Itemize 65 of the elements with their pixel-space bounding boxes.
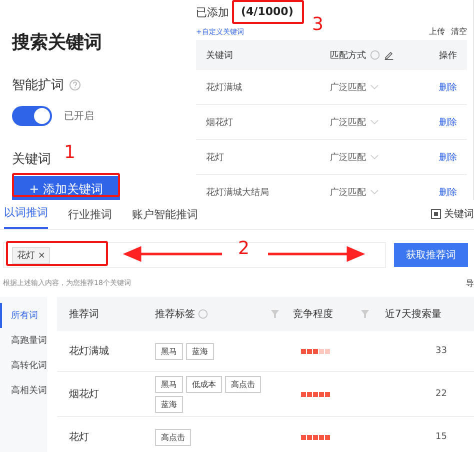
category-item[interactable]: 高跑量词 bbox=[0, 328, 47, 353]
delete-link[interactable]: 删除 bbox=[416, 150, 457, 164]
chevron-down-icon[interactable] bbox=[370, 84, 379, 90]
table-cell-text: 15 bbox=[434, 432, 448, 442]
annotation-number: 3 bbox=[312, 16, 324, 34]
tab[interactable]: 以词推词 bbox=[4, 205, 48, 229]
recommend-tag: 蓝海 bbox=[186, 342, 214, 360]
table-cell-text: 花灯 bbox=[68, 430, 90, 444]
column-settings-icon[interactable] bbox=[431, 209, 441, 219]
category-item[interactable]: 所有词 bbox=[0, 303, 47, 328]
column-header: 近7天搜索量 bbox=[384, 308, 442, 321]
recommend-tag: 高点击 bbox=[155, 428, 191, 446]
column-header: 推荐词 bbox=[68, 308, 100, 321]
chevron-down-icon[interactable] bbox=[370, 189, 379, 195]
recommend-tag: 黑马 bbox=[155, 376, 183, 392]
table-cell-text: 烟花灯 bbox=[68, 388, 100, 401]
recommend-tag: 蓝海 bbox=[155, 396, 183, 412]
table-cell-text: 花灯满城大结局 bbox=[206, 186, 270, 198]
table-cell-text: 22 bbox=[434, 389, 448, 399]
match-select[interactable]: 广泛匹配 bbox=[330, 116, 366, 128]
table-cell-text: 33 bbox=[434, 346, 448, 356]
toggle-switch[interactable] bbox=[12, 106, 52, 126]
filter-icon[interactable] bbox=[361, 310, 369, 318]
smart-expand-label: 智能扩词 bbox=[12, 77, 64, 94]
action-link[interactable]: 上传 bbox=[429, 26, 445, 37]
tab[interactable]: 行业推词 bbox=[68, 207, 112, 229]
category-item[interactable]: 高转化词 bbox=[0, 353, 47, 378]
keyword-tag: 花灯 × bbox=[12, 246, 50, 264]
match-select[interactable]: 广泛匹配 bbox=[330, 150, 366, 164]
table-cell-text: 花灯满城 bbox=[206, 82, 243, 94]
table-cell-text: 花灯满城 bbox=[68, 344, 110, 358]
column-header: 推荐标签 bbox=[155, 308, 195, 321]
annotation-number: 2 bbox=[238, 240, 250, 258]
column-header: 操作 bbox=[438, 50, 457, 62]
column-toggle-label[interactable]: 关键词 bbox=[444, 207, 474, 221]
recommend-tag: 黑马 bbox=[155, 342, 183, 360]
delete-link[interactable]: 删除 bbox=[416, 186, 457, 198]
category-item[interactable]: 高相关词 bbox=[0, 378, 47, 403]
table-cell-text: 花灯 bbox=[206, 152, 225, 164]
tab[interactable]: 账户智能推词 bbox=[132, 207, 198, 229]
table-cell-text: 烟花灯 bbox=[206, 116, 234, 128]
added-count: (4/1000) bbox=[241, 5, 294, 20]
fetch-recommendations-button[interactable]: 获取推荐词 bbox=[394, 243, 468, 267]
edit-icon[interactable] bbox=[384, 50, 394, 60]
chevron-down-icon[interactable] bbox=[370, 154, 379, 160]
keyword-label: 关键词 bbox=[12, 151, 51, 168]
filter-icon[interactable] bbox=[271, 310, 279, 318]
annotation-number: 1 bbox=[64, 144, 76, 162]
highlight-frame bbox=[232, 0, 304, 24]
action-link[interactable]: 清空 bbox=[451, 26, 467, 37]
recommend-tag: 高点击 bbox=[225, 376, 261, 392]
recommend-tag: 低成本 bbox=[186, 376, 222, 392]
column-header: 匹配方式 bbox=[330, 50, 366, 62]
tag-close-icon[interactable]: × bbox=[38, 250, 46, 260]
column-header: 关键词 bbox=[206, 50, 234, 62]
delete-link[interactable]: 删除 bbox=[416, 116, 457, 128]
page-title: 搜索关键词 bbox=[12, 31, 103, 54]
delete-link[interactable]: 删除 bbox=[416, 80, 457, 94]
toggle-status: 已开启 bbox=[64, 110, 94, 123]
match-select[interactable]: 广泛匹配 bbox=[330, 186, 366, 198]
chevron-down-icon[interactable] bbox=[370, 119, 379, 125]
added-title: 已添加 bbox=[196, 5, 229, 20]
column-header: 竞争程度 bbox=[293, 308, 333, 321]
match-select[interactable]: 广泛匹配 bbox=[330, 80, 366, 94]
export-link[interactable]: 导 bbox=[466, 278, 474, 289]
